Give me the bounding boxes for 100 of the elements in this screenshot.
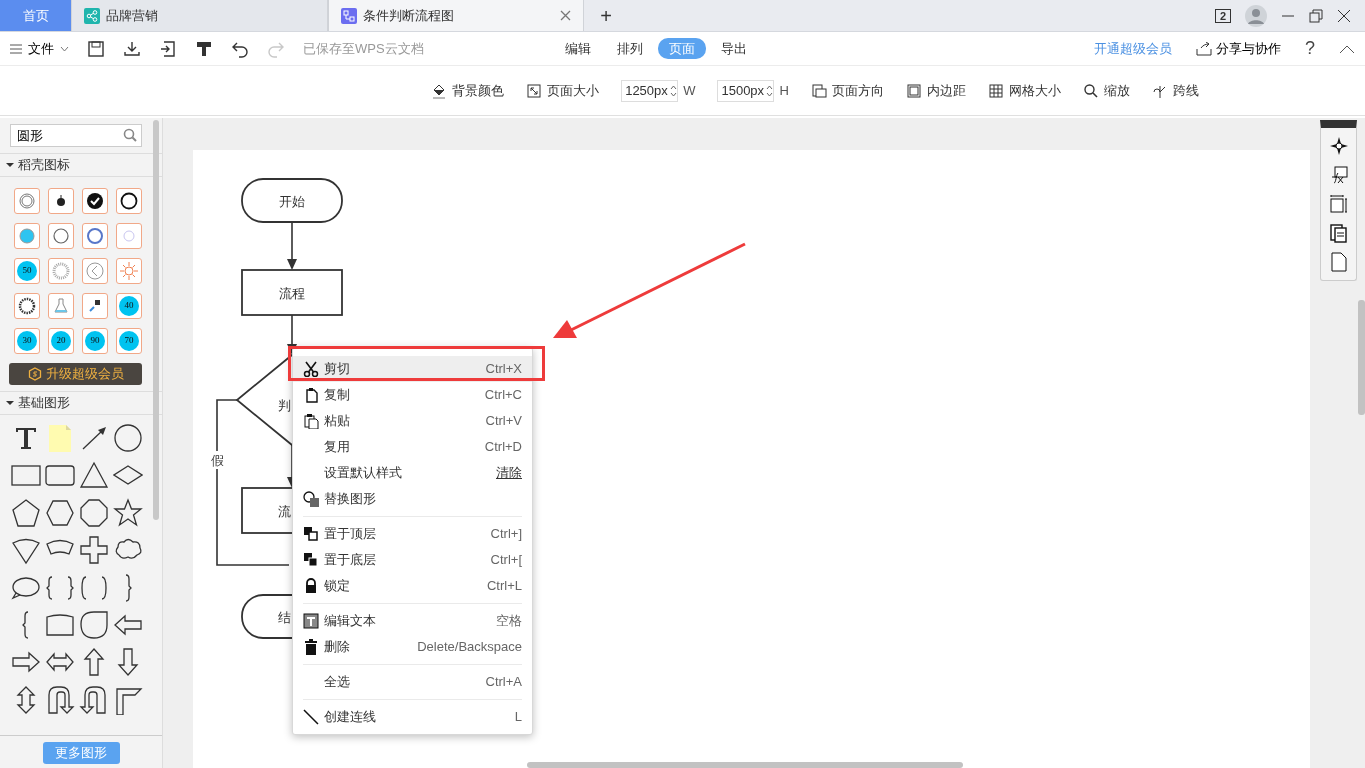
lock-icon	[303, 578, 319, 594]
close-icon[interactable]	[1337, 8, 1351, 23]
section-header[interactable]: 稻壳图标	[0, 153, 162, 177]
restore-icon[interactable]	[1309, 8, 1323, 23]
icon-tile[interactable]	[48, 188, 74, 214]
share-button[interactable]: 分享与协作	[1196, 38, 1281, 59]
resize-button[interactable]: 页面大小	[526, 80, 600, 101]
caret-icon	[60, 45, 69, 52]
mode-tab[interactable]: 排列	[605, 37, 654, 60]
line-jump-button[interactable]: 跨线	[1151, 80, 1199, 101]
resize-icon	[526, 82, 543, 99]
flowchart-icon	[341, 7, 357, 24]
fill-button[interactable]: 背景颜色	[431, 80, 505, 101]
fit-size-icon[interactable]	[1328, 194, 1349, 214]
menu-item[interactable]: 创建连线 L	[293, 704, 532, 730]
padding-button[interactable]: 内边距	[905, 80, 966, 101]
clear-link[interactable]: 清除	[496, 463, 522, 483]
unit-label: H	[779, 81, 789, 100]
search-icon[interactable]	[123, 128, 137, 142]
circle-icon[interactable]	[113, 423, 143, 453]
window-count-badge[interactable]: 2	[1214, 8, 1231, 23]
menu-item[interactable]: 粘贴 Ctrl+V	[293, 408, 532, 434]
avatar[interactable]	[1245, 4, 1267, 27]
menu-item[interactable]: 复制 Ctrl+C	[293, 382, 532, 408]
scrollbar-thumb[interactable]	[1358, 300, 1365, 415]
number-field[interactable]: 1250px	[621, 79, 679, 102]
pages-icon[interactable]	[1328, 223, 1349, 243]
menu-item[interactable]: 置于顶层 Ctrl+]	[293, 521, 532, 547]
menu-item[interactable]: 编辑文本 空格	[293, 608, 532, 634]
section-header[interactable]: 基础图形	[0, 391, 162, 415]
icon-tile[interactable]	[116, 258, 142, 284]
menu-item[interactable]: 锁定 Ctrl+L	[293, 573, 532, 599]
node-label: 结	[278, 610, 291, 625]
help-button[interactable]: ?	[1305, 35, 1315, 62]
cross-icon[interactable]	[79, 535, 109, 566]
chevron-icon	[85, 261, 105, 281]
flask-icon	[51, 296, 71, 316]
collapse-icon[interactable]	[1339, 43, 1355, 54]
octagon-icon[interactable]	[79, 497, 109, 528]
vip-link[interactable]: 开通超级会员	[1094, 38, 1172, 59]
ring-icon	[51, 261, 71, 281]
tab[interactable]: 品牌营销	[72, 0, 328, 31]
menu-item[interactable]: 删除 Delete/Backspace	[293, 634, 532, 660]
ring-icon	[85, 226, 105, 246]
node-label: 开始	[279, 194, 305, 209]
search-field[interactable]: 圆形	[10, 124, 142, 147]
menu-item[interactable]: 复用 Ctrl+D	[293, 434, 532, 460]
caret-down-icon	[6, 161, 14, 169]
icon-tile[interactable]	[116, 223, 142, 249]
tab[interactable]: 条件判断流程图	[328, 0, 584, 31]
page-icon[interactable]	[1328, 252, 1349, 272]
format-painter-button[interactable]	[195, 39, 213, 58]
new-tab-button[interactable]: +	[584, 0, 628, 31]
number-field[interactable]: 1500px	[717, 79, 775, 102]
pentagon-icon[interactable]	[11, 497, 41, 528]
share-icon	[1196, 41, 1212, 56]
menu-item[interactable]: 置于底层 Ctrl+[	[293, 547, 532, 573]
grid-button[interactable]: 网格大小	[987, 80, 1061, 101]
paste-icon	[303, 413, 319, 429]
scrollbar-thumb[interactable]	[527, 762, 963, 768]
drop-shape-icon[interactable]	[79, 609, 109, 640]
scrollbar-thumb[interactable]	[153, 120, 159, 520]
icon-tile[interactable]	[48, 293, 74, 319]
orientation-button[interactable]: 页面方向	[810, 80, 884, 101]
icon-tile[interactable]	[82, 223, 108, 249]
copy-icon	[303, 387, 319, 403]
ring-icon	[51, 226, 71, 246]
upgrade-button[interactable]: 升级超级会员	[9, 363, 142, 385]
icon-tile[interactable]	[14, 223, 40, 249]
triangle-icon[interactable]	[79, 460, 109, 491]
u-turn-arrow-icon[interactable]	[79, 684, 109, 715]
icon-tile[interactable]	[82, 258, 108, 284]
icon-tile[interactable]	[48, 258, 74, 284]
shapes-icon	[303, 491, 319, 507]
icon-tile[interactable]	[48, 223, 74, 249]
file-menu[interactable]: 文件	[10, 38, 69, 59]
menu-item[interactable]: 全选 Ctrl+A	[293, 669, 532, 695]
icon-tile[interactable]	[82, 188, 108, 214]
icon-tile[interactable]	[14, 188, 40, 214]
mode-tab[interactable]: 编辑	[553, 37, 602, 60]
ring-icon	[17, 296, 37, 316]
import-button[interactable]	[159, 39, 177, 58]
download-button[interactable]	[123, 39, 141, 58]
menu-item[interactable]: 替换图形	[293, 486, 532, 512]
u-turn-arrow-icon[interactable]	[45, 684, 75, 715]
node-label: 流	[278, 504, 291, 519]
bring-front-icon	[303, 526, 319, 542]
padding-icon	[905, 82, 922, 99]
icon-tile[interactable]	[14, 293, 40, 319]
scissors-icon	[303, 361, 319, 377]
menu-item[interactable]: 设置默认样式 清除	[293, 460, 532, 486]
star-icon[interactable]	[113, 497, 143, 528]
save-button[interactable]	[87, 39, 105, 58]
search-button[interactable]: 缩放	[1082, 80, 1130, 101]
line-icon	[303, 709, 319, 725]
mode-tab[interactable]: 导出	[709, 37, 758, 60]
sun-icon	[119, 261, 139, 281]
icon-tile[interactable]	[116, 188, 142, 214]
hexagon-icon[interactable]	[45, 497, 75, 528]
icon-tile[interactable]	[82, 293, 108, 319]
